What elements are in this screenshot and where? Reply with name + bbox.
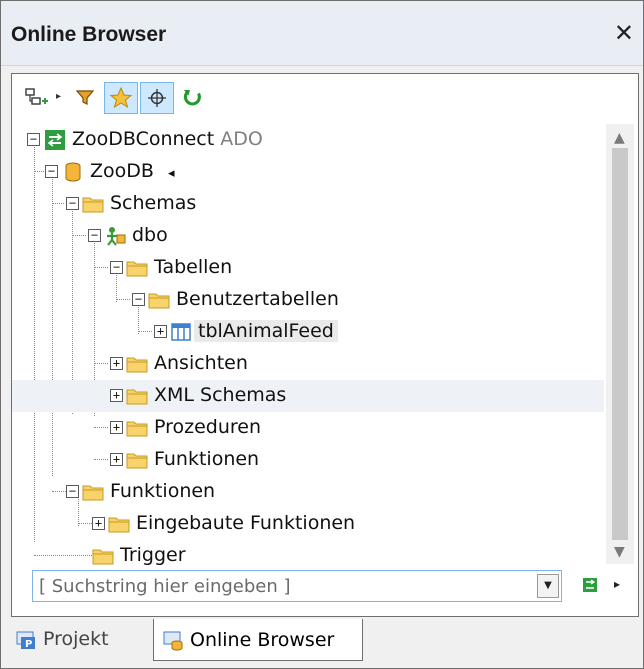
tree-node-funktionen[interactable]: − Funktionen <box>12 476 604 508</box>
search-dropdown-button[interactable]: ▼ <box>537 574 559 598</box>
folder-icon <box>126 389 148 405</box>
folder-icon <box>82 485 104 501</box>
folder-icon <box>126 357 148 373</box>
tree-node-zoodb[interactable]: − ZooDB ◂ <box>12 156 604 188</box>
collapse-toggle[interactable]: − <box>132 293 145 306</box>
collapse-toggle[interactable]: − <box>27 133 40 146</box>
scroll-up-arrow-icon[interactable]: ▲ <box>614 130 625 146</box>
tree-node-label: Prozeduren <box>154 416 262 438</box>
expand-toggle[interactable]: + <box>110 389 123 402</box>
browser-panel: ▸ − ZooDBConnect ADO − ZooDB ◂ − Schemas… <box>11 73 639 617</box>
tree-node-zoodbconnect[interactable]: − ZooDBConnect ADO <box>12 124 604 156</box>
expand-toggle[interactable]: + <box>110 453 123 466</box>
collapse-toggle[interactable]: − <box>88 229 101 242</box>
connection-type: ADO <box>220 128 263 150</box>
connection-icon <box>45 130 65 150</box>
tree-node-xml-schemas[interactable]: + XML Schemas <box>12 380 604 412</box>
tab-label: Online Browser <box>190 628 335 651</box>
window-title: Online Browser <box>11 23 167 46</box>
tree-node-schemas[interactable]: − Schemas <box>12 188 604 220</box>
star-icon <box>109 86 133 109</box>
collapse-toggle[interactable]: − <box>45 165 58 178</box>
tab-projekt[interactable]: P Projekt <box>15 619 109 659</box>
folder-icon <box>82 197 104 213</box>
collapse-toggle[interactable]: − <box>110 261 123 274</box>
folder-icon <box>126 453 148 469</box>
expand-arrow-icon[interactable]: ◂ <box>168 166 175 181</box>
folder-icon <box>148 293 170 309</box>
tree-node-label: Funktionen <box>110 480 216 502</box>
toolbar: ▸ <box>12 74 638 122</box>
tree-node-label: ZooDBConnect ADO <box>72 128 263 150</box>
scroll-down-arrow-icon[interactable]: ▼ <box>614 544 625 560</box>
tree-node-benutzertabellen[interactable]: − Benutzertabellen <box>12 284 604 316</box>
folder-icon <box>108 517 130 533</box>
tree-node-label: Schemas <box>110 192 197 214</box>
table-icon <box>171 323 191 341</box>
vertical-scrollbar[interactable]: ▲ ▼ <box>606 124 634 564</box>
filter-icon <box>75 90 95 105</box>
tree-node-label: Eingebaute Funktionen <box>136 512 356 534</box>
tree-node-tabellen[interactable]: − Tabellen <box>12 252 604 284</box>
tree-node-prozeduren[interactable]: + Prozeduren <box>12 412 604 444</box>
expand-toggle[interactable]: + <box>110 421 123 434</box>
crosshair-icon <box>148 89 166 107</box>
bottom-tabs: P Projekt Online Browser <box>11 619 637 663</box>
collapse-toggle[interactable]: − <box>66 485 79 498</box>
tree-node-tblanimalfeed[interactable]: + tblAnimalFeed <box>12 316 604 348</box>
favorites-button[interactable] <box>104 82 138 114</box>
online-browser-icon <box>163 631 183 650</box>
close-icon[interactable]: ✕ <box>614 19 634 47</box>
tree-node-ansichten[interactable]: + Ansichten <box>12 348 604 380</box>
tree-node-eingebaute-funktionen[interactable]: + Eingebaute Funktionen <box>12 508 604 540</box>
tree-node-label: Benutzertabellen <box>176 288 339 310</box>
tab-online-browser[interactable]: Online Browser <box>153 619 363 661</box>
svg-text:P: P <box>25 639 32 650</box>
tree-node-funktionen-dbo[interactable]: + Funktionen <box>12 444 604 476</box>
scrollbar-thumb[interactable] <box>612 148 628 540</box>
expand-toggle[interactable]: + <box>154 325 167 338</box>
tree-node-label: Trigger <box>120 544 186 566</box>
search-input[interactable] <box>39 574 519 598</box>
refresh-button[interactable] <box>176 82 210 114</box>
folder-icon <box>92 549 114 565</box>
project-icon: P <box>16 631 35 650</box>
locate-button[interactable] <box>140 82 174 114</box>
folder-icon <box>126 261 148 277</box>
search-options-arrow-icon[interactable]: ▸ <box>614 577 620 591</box>
tree-view: − ZooDBConnect ADO − ZooDB ◂ − Schemas −… <box>12 122 604 568</box>
tree-node-trigger[interactable]: Trigger <box>12 540 604 568</box>
tree-node-label: XML Schemas <box>154 384 287 406</box>
dropdown-arrow-icon[interactable]: ▸ <box>56 91 61 102</box>
tree-node-label: Ansichten <box>154 352 248 374</box>
refresh-icon <box>183 90 201 106</box>
tree-node-label: Funktionen <box>154 448 260 470</box>
search-combobox[interactable]: ▼ <box>32 570 562 602</box>
expand-toggle[interactable]: + <box>92 517 105 530</box>
expand-toggle[interactable]: + <box>110 357 123 370</box>
tab-label: Projekt <box>43 628 109 650</box>
add-datasource-button[interactable] <box>20 82 54 114</box>
tree-node-label: dbo <box>132 224 168 246</box>
tree-node-label: Tabellen <box>154 256 233 278</box>
tree-node-dbo[interactable]: − dbo <box>12 220 604 252</box>
node-text: ZooDB <box>90 160 154 182</box>
database-icon <box>65 162 81 182</box>
tree-node-label: tblAnimalFeed <box>194 320 338 342</box>
filter-button[interactable] <box>68 82 102 114</box>
node-text: ZooDBConnect <box>72 128 215 150</box>
search-next-icon[interactable] <box>582 577 598 593</box>
add-datasource-icon <box>25 88 48 105</box>
folder-icon <box>126 421 148 437</box>
tree-node-label: ZooDB ◂ <box>90 160 175 182</box>
title-bar: Online Browser ✕ <box>1 1 643 66</box>
online-browser-window: Online Browser ✕ ▸ − ZooDBConnect ADO − … <box>0 0 644 669</box>
schema-user-icon <box>107 227 126 246</box>
collapse-toggle[interactable]: − <box>66 197 79 210</box>
